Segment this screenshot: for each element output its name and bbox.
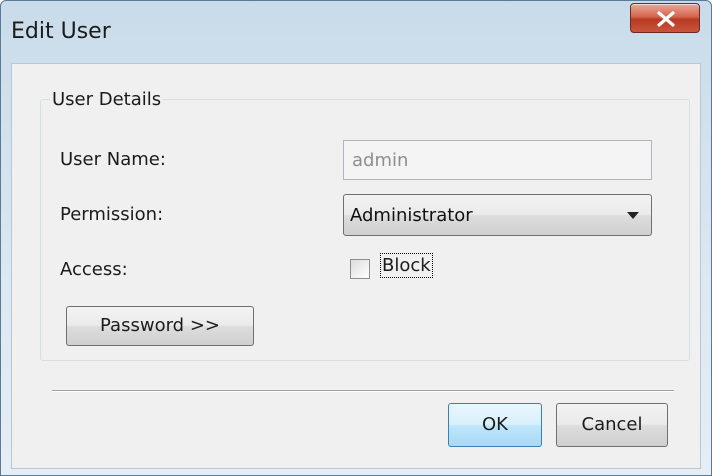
edit-user-dialog: Edit User User Details User Name: admin … (0, 0, 712, 476)
user-name-label: User Name: (60, 149, 166, 170)
access-label: Access: (60, 259, 128, 280)
close-icon (657, 11, 675, 27)
window-title: Edit User (11, 19, 111, 44)
ok-button[interactable]: OK (448, 403, 542, 447)
permission-dropdown[interactable]: Administrator (343, 194, 652, 236)
block-checkbox-label[interactable]: Block (380, 253, 433, 278)
dialog-client-area: User Details User Name: admin Permission… (11, 63, 701, 469)
dropdown-arrow-icon[interactable] (627, 212, 639, 219)
cancel-button[interactable]: Cancel (556, 403, 668, 447)
password-button[interactable]: Password >> (66, 306, 254, 346)
close-button[interactable] (630, 3, 700, 33)
separator-line (52, 390, 674, 392)
title-bar[interactable]: Edit User (1, 1, 711, 63)
block-checkbox[interactable] (350, 259, 370, 279)
permission-selected-value: Administrator (350, 205, 473, 226)
permission-label: Permission: (60, 204, 164, 225)
user-name-field[interactable]: admin (343, 140, 652, 180)
group-title: User Details (50, 89, 164, 110)
